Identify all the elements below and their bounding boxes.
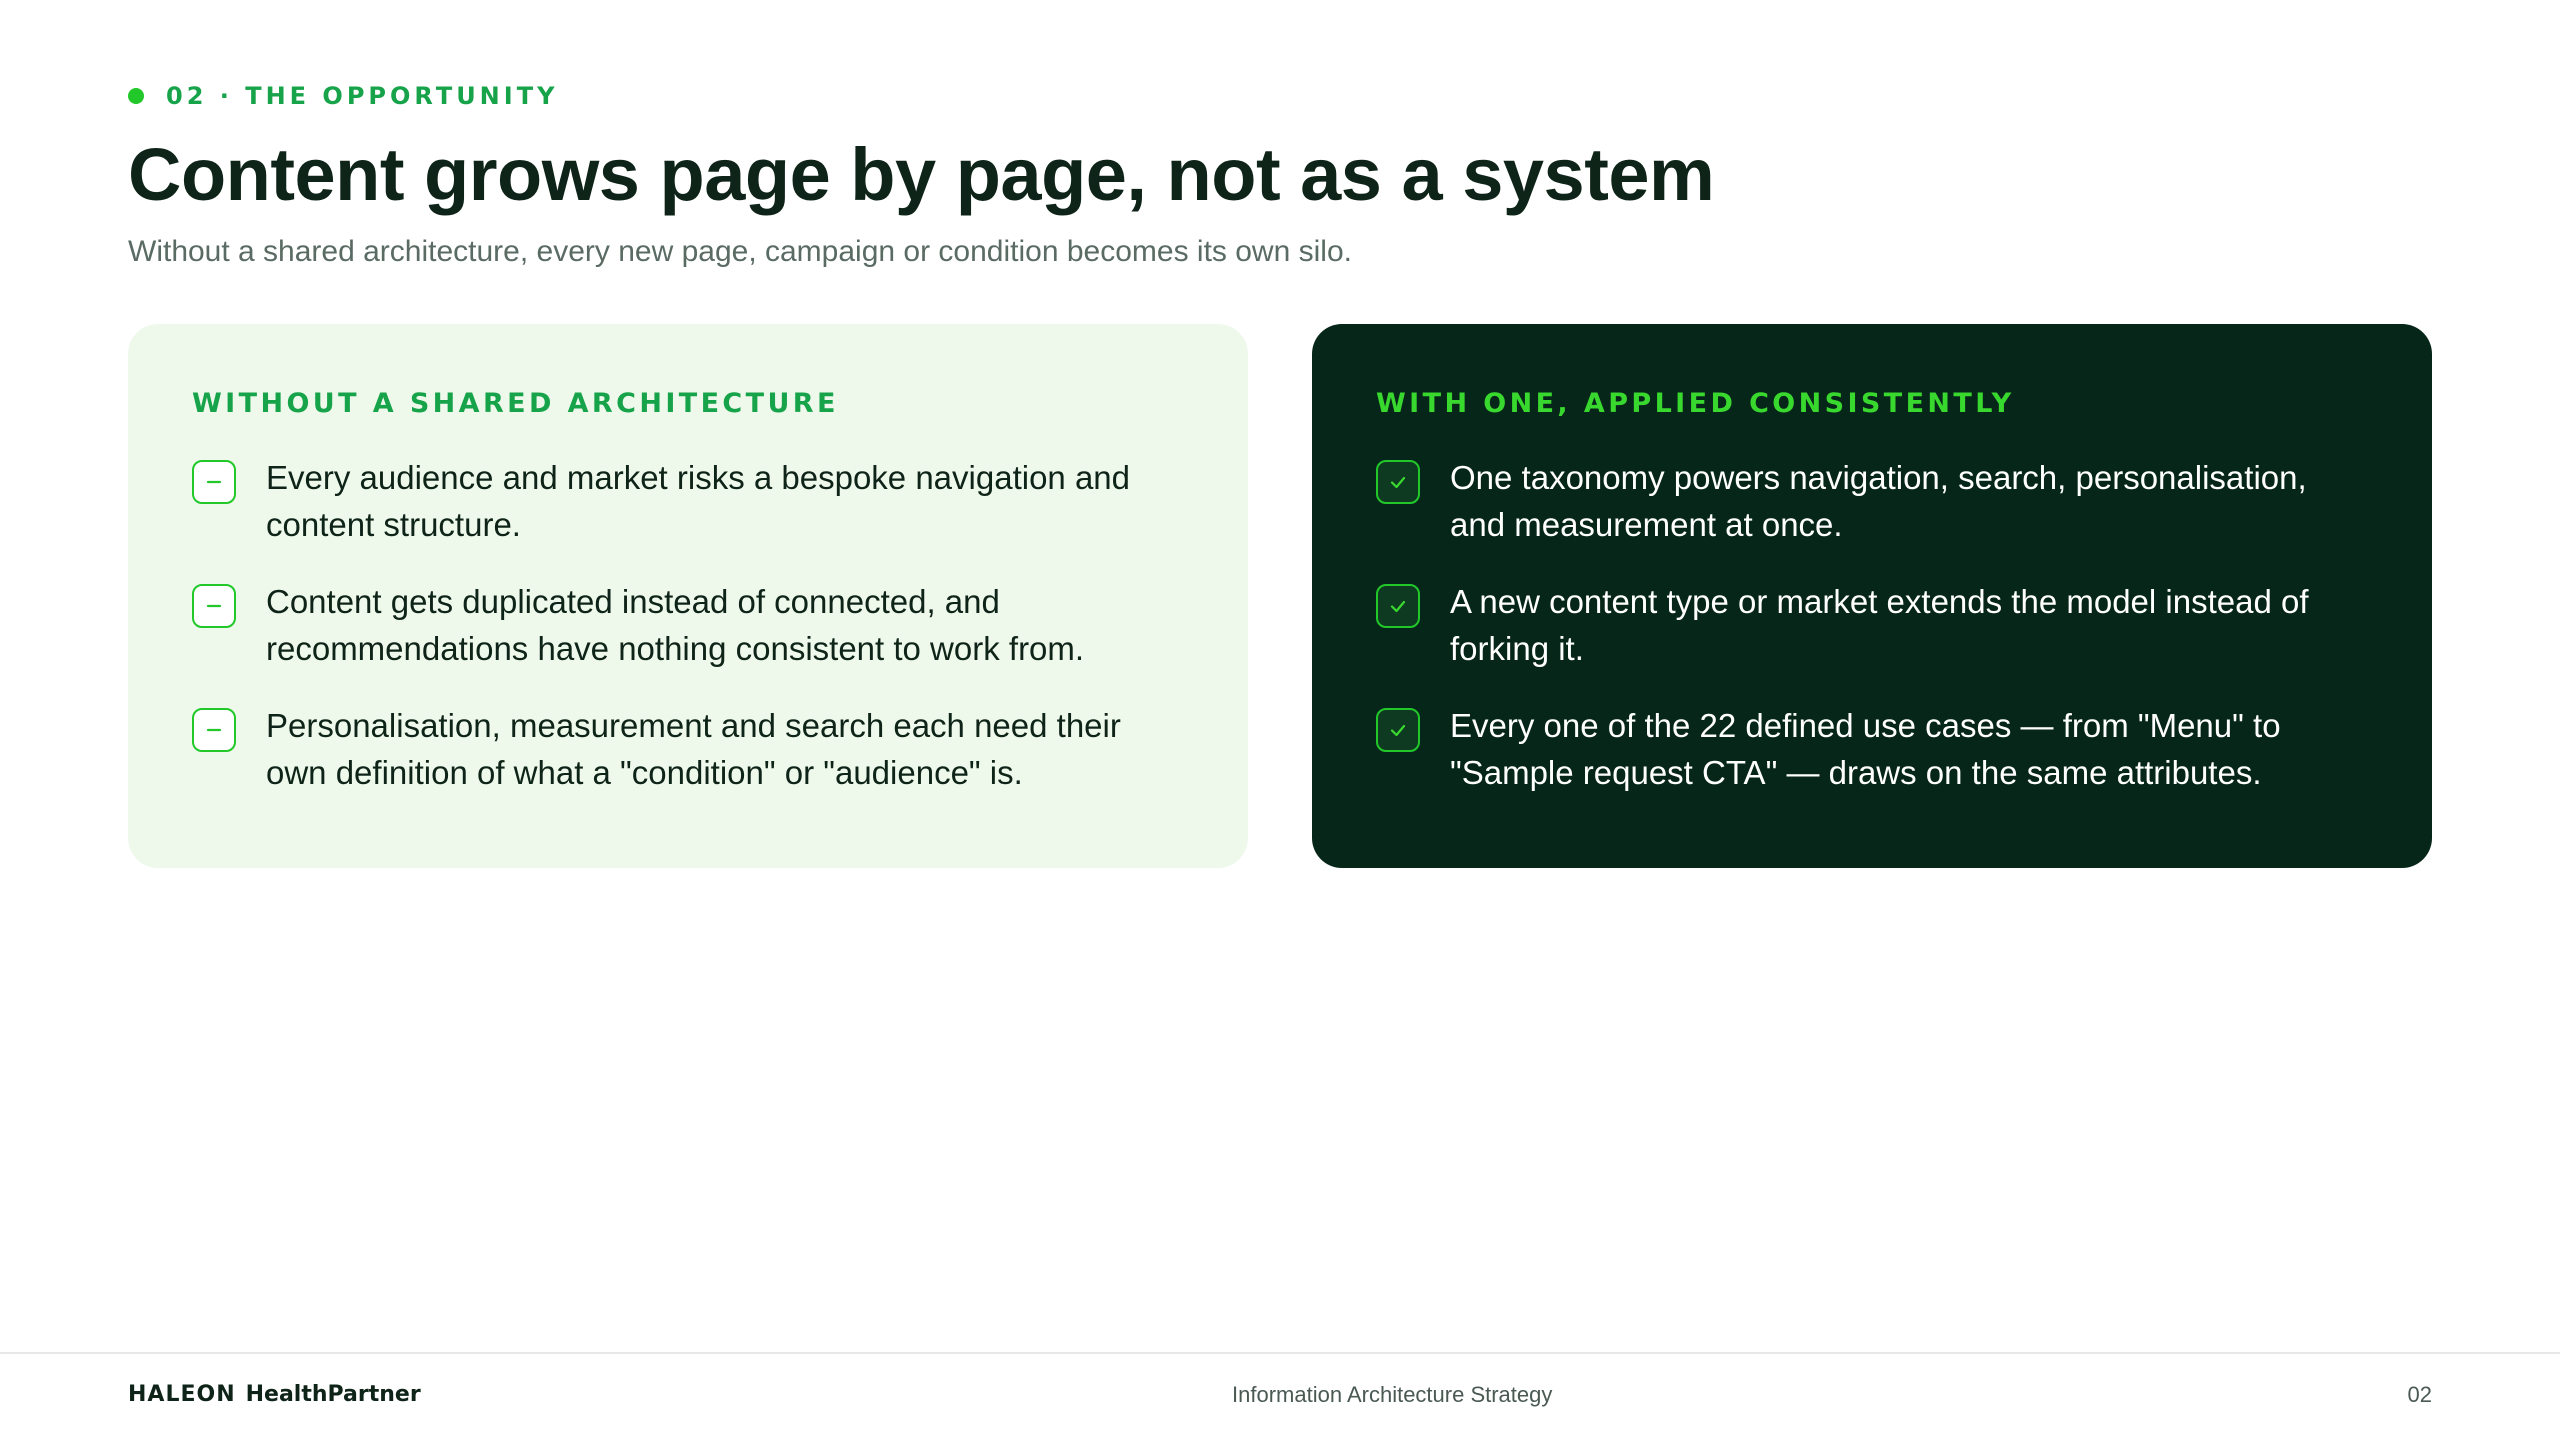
list-item-text: Every audience and market risks a bespok…	[266, 459, 1131, 543]
minus-icon	[192, 584, 236, 628]
eyebrow-dot-icon	[128, 88, 144, 104]
card-heading-with: WITH ONE, APPLIED CONSISTENTLY	[1376, 388, 2015, 419]
page-title: Content grows page by page, not as a sys…	[128, 133, 1715, 216]
without-list: Every audience and market risks a bespok…	[192, 454, 1184, 796]
check-icon	[1376, 584, 1420, 628]
section-eyebrow: 02 · THE OPPORTUNITY	[128, 80, 558, 112]
list-item-text: A new content type or market extends the…	[1450, 583, 2309, 667]
list-item: A new content type or market extends the…	[1376, 578, 2368, 672]
list-item: Every one of the 22 defined use cases — …	[1376, 702, 2368, 796]
list-item-text: Every one of the 22 defined use cases — …	[1450, 707, 2281, 791]
footer-logo: HALEON HealthPartner	[128, 1382, 421, 1407]
list-item-text: One taxonomy powers navigation, search, …	[1450, 459, 2307, 543]
eyebrow-label: 02 · THE OPPORTUNITY	[166, 82, 559, 110]
minus-icon	[192, 708, 236, 752]
with-list: One taxonomy powers navigation, search, …	[1376, 454, 2368, 796]
logo-brand: HALEON	[128, 1382, 236, 1407]
list-item: One taxonomy powers navigation, search, …	[1376, 454, 2368, 548]
slide: 02 · THE OPPORTUNITY Content grows page …	[0, 0, 2560, 1440]
check-icon	[1376, 708, 1420, 752]
list-item-text: Content gets duplicated instead of conne…	[266, 583, 1085, 667]
card-heading-without: WITHOUT A SHARED ARCHITECTURE	[192, 388, 839, 419]
footer-document-title: Information Architecture Strategy	[1232, 1382, 1553, 1407]
with-architecture-card: WITH ONE, APPLIED CONSISTENTLY One taxon…	[1312, 324, 2432, 868]
without-architecture-card: WITHOUT A SHARED ARCHITECTURE Every audi…	[128, 324, 1248, 868]
list-item: Every audience and market risks a bespok…	[192, 454, 1184, 548]
list-item: Personalisation, measurement and search …	[192, 702, 1184, 796]
check-icon	[1376, 460, 1420, 504]
list-item-text: Personalisation, measurement and search …	[266, 707, 1121, 791]
page-subtitle: Without a shared architecture, every new…	[128, 235, 1352, 268]
page-number: 02	[2407, 1382, 2432, 1407]
minus-icon	[192, 460, 236, 504]
list-item: Content gets duplicated instead of conne…	[192, 578, 1184, 672]
logo-product: HealthPartner	[245, 1382, 421, 1407]
footer-divider	[0, 1352, 2560, 1354]
